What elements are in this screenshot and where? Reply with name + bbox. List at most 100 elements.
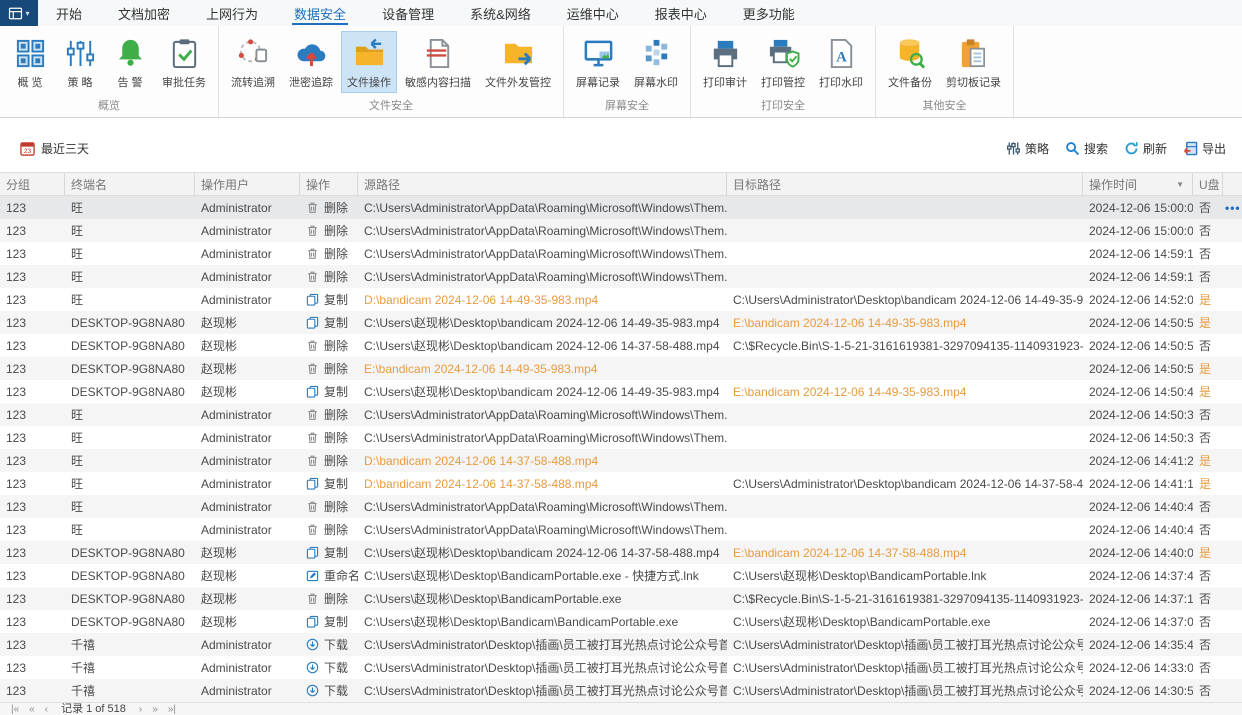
table-row[interactable]: 123旺Administrator删除C:\Users\Administrato… [0, 495, 1242, 518]
screenrec-icon [582, 37, 615, 70]
column-header-dst[interactable]: 目标路径 [727, 173, 1083, 195]
ribbon-item-流转追溯[interactable]: 流转追溯 [225, 31, 281, 93]
cell-source-path: C:\Users\赵现彬\Desktop\BandicamPortable.ex… [358, 567, 727, 584]
screenwm-icon [640, 37, 673, 70]
table-row[interactable]: 123DESKTOP-9G8NA80赵现彬删除E:\bandicam 2024-… [0, 357, 1242, 380]
table-row[interactable]: 123旺Administrator删除C:\Users\Administrato… [0, 242, 1242, 265]
table-row[interactable]: 123旺Administrator删除C:\Users\Administrato… [0, 219, 1242, 242]
table-row[interactable]: 123旺Administrator删除C:\Users\Administrato… [0, 196, 1242, 219]
cell-group: 123 [0, 247, 65, 261]
menu-tab-报表中心[interactable]: 报表中心 [637, 0, 725, 26]
cell-source-path: D:\bandicam 2024-12-06 14-37-58-488.mp4 [358, 454, 727, 468]
menu-tab-运维中心[interactable]: 运维中心 [549, 0, 637, 26]
ribbon-item-审批任务[interactable]: 审批任务 [156, 31, 212, 93]
cell-time: 2024-12-06 14:50:36 [1083, 408, 1193, 422]
ribbon-item-剪切板记录[interactable]: 剪切板记录 [940, 31, 1007, 93]
column-header-user[interactable]: 操作用户 [195, 173, 300, 195]
date-range-filter[interactable]: 23 最近三天 [20, 140, 89, 157]
column-header-time[interactable]: 操作时间▼ [1083, 173, 1193, 195]
table-row[interactable]: 123DESKTOP-9G8NA80赵现彬删除C:\Users\赵现彬\Desk… [0, 587, 1242, 610]
table-row[interactable]: 123DESKTOP-9G8NA80赵现彬复制C:\Users\赵现彬\Desk… [0, 541, 1242, 564]
ribbon-item-告警[interactable]: 告 警 [106, 31, 154, 93]
cell-usb: 否 [1193, 613, 1223, 630]
first-page-button[interactable]: |« [6, 703, 24, 715]
ribbon-item-打印审计[interactable]: 打印审计 [697, 31, 753, 93]
column-header-op[interactable]: 操作 [300, 173, 358, 195]
cell-user: Administrator [195, 201, 300, 215]
menubar: ▾ 开始文档加密上网行为数据安全设备管理系统&网络运维中心报表中心更多功能 [0, 0, 1242, 26]
delete-icon [306, 362, 319, 375]
menu-tab-系统&网络[interactable]: 系统&网络 [452, 0, 549, 26]
table-row[interactable]: 123旺Administrator复制D:\bandicam 2024-12-0… [0, 472, 1242, 495]
ribbon-item-策略[interactable]: 策 略 [56, 31, 104, 93]
column-header-usb[interactable]: U盘 [1193, 173, 1223, 195]
operation-label: 删除 [324, 222, 348, 239]
menu-tab-设备管理[interactable]: 设备管理 [364, 0, 452, 26]
ribbon-group-打印安全: 打印审计打印管控A打印水印打印安全 [691, 26, 876, 117]
table-row[interactable]: 123千禧Administrator下载C:\Users\Administrat… [0, 633, 1242, 656]
ribbon-group-label: 文件安全 [222, 97, 560, 117]
cell-source-path: C:\Users\Administrator\Desktop\插画\员工被打耳光… [358, 682, 727, 699]
ribbon-item-文件操作[interactable]: 文件操作 [341, 31, 397, 93]
column-header-group[interactable]: 分组 [0, 173, 65, 195]
cell-operation: 复制 [300, 613, 358, 630]
table-row[interactable]: 123DESKTOP-9G8NA80赵现彬删除C:\Users\赵现彬\Desk… [0, 334, 1242, 357]
table-row[interactable]: 123千禧Administrator下载C:\Users\Administrat… [0, 656, 1242, 679]
ribbon-item-泄密追踪[interactable]: 泄密追踪 [283, 31, 339, 93]
table-row[interactable]: 123DESKTOP-9G8NA80赵现彬复制C:\Users\赵现彬\Desk… [0, 610, 1242, 633]
table-row[interactable]: 123DESKTOP-9G8NA80赵现彬复制C:\Users\赵现彬\Desk… [0, 380, 1242, 403]
ribbon-group-label: 屏幕安全 [567, 97, 687, 117]
cell-group: 123 [0, 224, 65, 238]
ribbon-item-label: 概 览 [17, 74, 42, 90]
cell-user: Administrator [195, 684, 300, 698]
sort-desc-icon[interactable]: ▼ [1176, 180, 1186, 189]
ribbon-item-屏幕水印[interactable]: 屏幕水印 [628, 31, 684, 93]
cell-source-path: E:\bandicam 2024-12-06 14-49-35-983.mp4 [358, 362, 727, 376]
cell-operation: 删除 [300, 245, 358, 262]
cell-operation: 复制 [300, 475, 358, 492]
prev-block-button[interactable]: « [24, 703, 40, 715]
table-row[interactable]: 123旺Administrator复制D:\bandicam 2024-12-0… [0, 288, 1242, 311]
table-row[interactable]: 123旺Administrator删除C:\Users\Administrato… [0, 518, 1242, 541]
next-page-button[interactable]: › [134, 703, 147, 715]
operation-label: 删除 [324, 590, 348, 607]
cell-time: 2024-12-06 14:40:40 [1083, 523, 1193, 537]
menu-tab-上网行为[interactable]: 上网行为 [188, 0, 276, 26]
table-row[interactable]: 123DESKTOP-9G8NA80赵现彬复制C:\Users\赵现彬\Desk… [0, 311, 1242, 334]
ribbon-item-概览[interactable]: 概 览 [6, 31, 54, 93]
menu-tab-数据安全[interactable]: 数据安全 [276, 0, 364, 26]
table-row[interactable]: 123旺Administrator删除C:\Users\Administrato… [0, 265, 1242, 288]
prev-page-button[interactable]: ‹ [40, 703, 53, 715]
menu-tab-文档加密[interactable]: 文档加密 [100, 0, 188, 26]
table-row[interactable]: 123旺Administrator删除C:\Users\Administrato… [0, 403, 1242, 426]
sliders-action-button[interactable]: 策略 [1006, 140, 1049, 157]
refresh-action-button[interactable]: 刷新 [1124, 140, 1167, 157]
ribbon-item-label: 审批任务 [162, 74, 206, 90]
export-action-button[interactable]: 导出 [1183, 140, 1226, 157]
ribbon-item-文件外发管控[interactable]: 文件外发管控 [479, 31, 557, 93]
cell-user: Administrator [195, 477, 300, 491]
cell-time: 2024-12-06 15:00:00 [1083, 201, 1193, 215]
cell-time: 2024-12-06 14:50:47 [1083, 385, 1193, 399]
search-action-button[interactable]: 搜索 [1065, 140, 1108, 157]
table-row[interactable]: 123DESKTOP-9G8NA80赵现彬重命名C:\Users\赵现彬\Des… [0, 564, 1242, 587]
ribbon-item-敏感内容扫描[interactable]: 敏感内容扫描 [399, 31, 477, 93]
table-row[interactable]: 123旺Administrator删除D:\bandicam 2024-12-0… [0, 449, 1242, 472]
table-row[interactable]: 123旺Administrator删除C:\Users\Administrato… [0, 426, 1242, 449]
column-label: 操作 [306, 176, 330, 193]
ribbon-group-屏幕安全: 屏幕记录屏幕水印屏幕安全 [564, 26, 691, 117]
app-menu-button[interactable]: ▾ [0, 0, 38, 26]
ribbon-item-打印管控[interactable]: 打印管控 [755, 31, 811, 93]
next-block-button[interactable]: » [147, 703, 163, 715]
menu-tab-开始[interactable]: 开始 [38, 0, 100, 26]
column-header-terminal[interactable]: 终端名 [65, 173, 195, 195]
column-header-src[interactable]: 源路径 [358, 173, 727, 195]
operation-label: 删除 [324, 521, 348, 538]
row-actions-menu[interactable]: ••• [1223, 201, 1241, 215]
ribbon-item-打印水印[interactable]: A打印水印 [813, 31, 869, 93]
menu-tab-更多功能[interactable]: 更多功能 [725, 0, 813, 26]
table-row[interactable]: 123千禧Administrator下载C:\Users\Administrat… [0, 679, 1242, 702]
ribbon-item-屏幕记录[interactable]: 屏幕记录 [570, 31, 626, 93]
ribbon-item-文件备份[interactable]: 文件备份 [882, 31, 938, 93]
last-page-button[interactable]: »| [163, 703, 181, 715]
